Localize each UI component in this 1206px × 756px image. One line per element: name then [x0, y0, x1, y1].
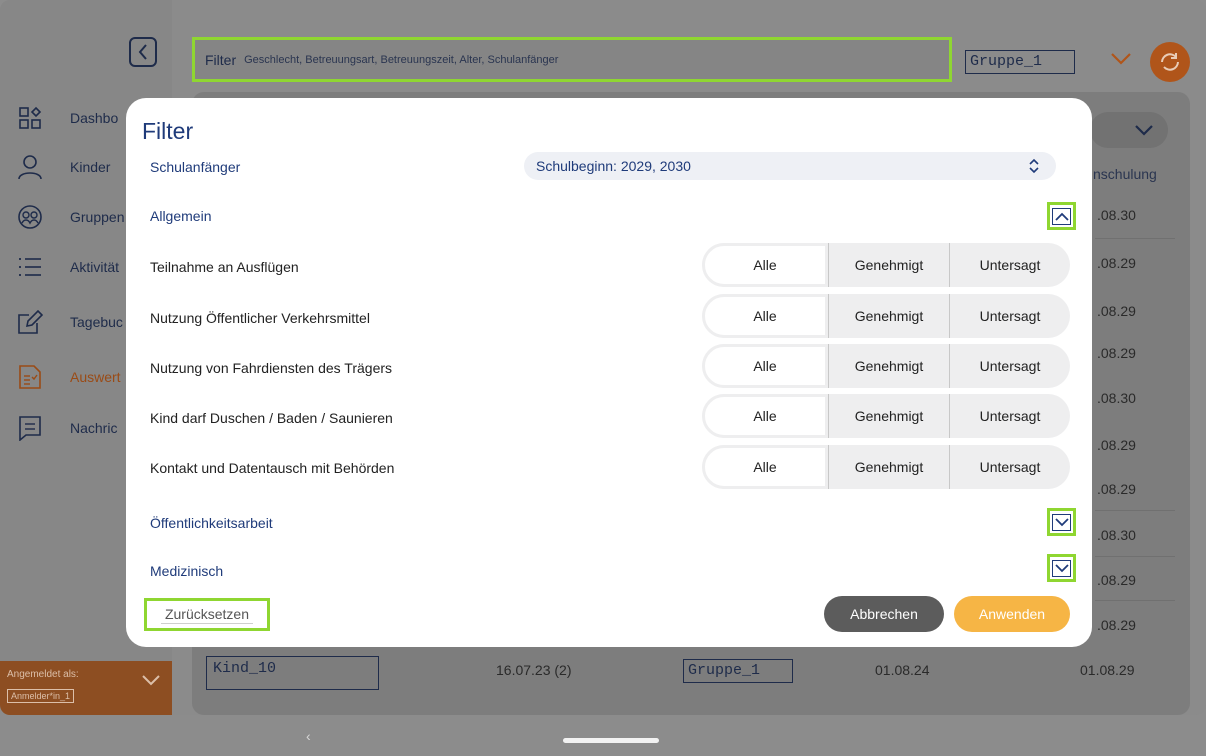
permission-segmented-control: Alle Genehmigt Untersagt [702, 445, 1070, 489]
option-genehmigt[interactable]: Genehmigt [828, 394, 949, 438]
chevron-up-icon [1054, 212, 1069, 221]
refresh-icon [1161, 53, 1179, 71]
table-cell: .08.29 [1097, 345, 1136, 361]
edit-icon [17, 309, 43, 335]
filter-summary-text: Geschlecht, Betreuungsart, Betreuungszei… [244, 53, 559, 66]
permission-label: Kontakt und Datentausch mit Behörden [150, 460, 395, 476]
option-alle[interactable]: Alle [702, 394, 828, 438]
table-cell: .08.30 [1097, 207, 1136, 223]
collapse-left-icon [138, 44, 147, 60]
option-untersagt[interactable]: Untersagt [949, 294, 1070, 338]
option-genehmigt[interactable]: Genehmigt [828, 294, 949, 338]
sidebar-item-label: Gruppen [70, 209, 125, 225]
option-genehmigt[interactable]: Genehmigt [828, 445, 949, 489]
filter-summary-bar[interactable]: Filter Geschlecht, Betreuungsart, Betreu… [192, 37, 952, 82]
group-select[interactable]: Gruppe_1 [965, 50, 1075, 74]
group-icon [17, 204, 43, 230]
option-untersagt[interactable]: Untersagt [949, 394, 1070, 438]
sidebar-item-label: Aktivität [70, 259, 120, 275]
table-cell: .08.29 [1097, 481, 1136, 497]
table-cell-group[interactable]: Gruppe_1 [683, 659, 793, 683]
permission-segmented-control: Alle Genehmigt Untersagt [702, 294, 1070, 338]
table-cell-birth: 16.07.23 (2) [496, 662, 572, 678]
filter-summary-title: Filter [205, 51, 237, 68]
chevron-down-icon[interactable] [1110, 52, 1132, 71]
refresh-button[interactable] [1150, 42, 1190, 82]
option-alle[interactable]: Alle [702, 243, 828, 287]
sidebar-item-label: Tagebuc [70, 314, 123, 330]
sidebar-item-label: Kinder [70, 159, 111, 175]
allgemein-collapse-button[interactable] [1047, 202, 1076, 230]
table-cell-aufnahme: 01.08.24 [875, 662, 930, 678]
sidebar-item-label: Dashbo [70, 110, 119, 126]
table-cell: .08.30 [1097, 527, 1136, 543]
sort-dropdown[interactable] [1090, 112, 1168, 148]
reset-button[interactable]: Zurücksetzen [144, 598, 270, 631]
cancel-button[interactable]: Abbrechen [824, 596, 944, 632]
login-label: Angemeldet als: [7, 669, 79, 680]
sidebar-item-label: Auswert [70, 369, 121, 385]
dashboard-icon [17, 105, 43, 131]
allgemein-label: Allgemein [150, 208, 212, 224]
message-icon [17, 415, 43, 441]
schulbeginn-select[interactable]: Schulbeginn: 2029, 2030 [524, 152, 1056, 180]
medizinisch-expand-button[interactable] [1047, 554, 1076, 582]
row-divider [1095, 510, 1175, 511]
row-divider [1095, 600, 1175, 601]
list-icon [17, 254, 43, 280]
apply-button[interactable]: Anwenden [954, 596, 1070, 632]
table-cell: .08.30 [1097, 390, 1136, 406]
person-icon [17, 154, 43, 180]
table-cell: .08.29 [1097, 617, 1136, 633]
permission-label: Kind darf Duschen / Baden / Saunieren [150, 410, 393, 426]
medizinisch-label: Medizinisch [150, 563, 224, 579]
chevron-down-icon [1135, 125, 1153, 136]
permission-segmented-control: Alle Genehmigt Untersagt [702, 344, 1070, 388]
permission-label: Teilnahme an Ausflügen [150, 259, 299, 275]
permission-segmented-control: Alle Genehmigt Untersagt [702, 394, 1070, 438]
column-header-einschulung: nschulung [1093, 166, 1157, 182]
option-untersagt[interactable]: Untersagt [949, 445, 1070, 489]
option-alle[interactable]: Alle [702, 344, 828, 388]
table-cell: .08.29 [1097, 572, 1136, 588]
sidebar-collapse-button[interactable] [129, 37, 157, 67]
row-divider [1095, 556, 1175, 557]
table-cell: .08.29 [1097, 303, 1136, 319]
filter-modal: Filter Schulanfänger Schulbeginn: 2029, … [126, 98, 1092, 647]
option-untersagt[interactable]: Untersagt [949, 344, 1070, 388]
table-cell: .08.29 [1097, 255, 1136, 271]
row-divider [1095, 238, 1175, 239]
permission-label: Nutzung Öffentlicher Verkehrsmittel [150, 310, 370, 326]
login-box[interactable]: Angemeldet als: Anmelder*in_1 [0, 661, 172, 715]
oeffentlichkeitsarbeit-expand-button[interactable] [1047, 508, 1076, 536]
report-icon [17, 364, 43, 390]
oeffentlichkeitsarbeit-label: Öffentlichkeitsarbeit [150, 515, 273, 531]
home-indicator[interactable] [563, 738, 659, 743]
option-genehmigt[interactable]: Genehmigt [828, 243, 949, 287]
option-untersagt[interactable]: Untersagt [949, 243, 1070, 287]
chevron-down-icon [1054, 563, 1069, 572]
permission-segmented-control: Alle Genehmigt Untersagt [702, 243, 1070, 287]
schulanfaenger-label: Schulanfänger [150, 159, 241, 175]
login-user: Anmelder*in_1 [7, 689, 75, 703]
updown-chevron-icon [1028, 158, 1040, 177]
table-cell: .08.29 [1097, 437, 1136, 453]
modal-title: Filter [142, 118, 194, 144]
system-back-icon[interactable]: ‹ [306, 728, 311, 744]
option-alle[interactable]: Alle [702, 294, 828, 338]
table-cell-name[interactable]: Kind_10 [206, 656, 379, 690]
option-genehmigt[interactable]: Genehmigt [828, 344, 949, 388]
sidebar-item-label: Nachric [70, 420, 118, 436]
option-alle[interactable]: Alle [702, 445, 828, 489]
permission-label: Nutzung von Fahrdiensten des Trägers [150, 360, 393, 376]
chevron-down-icon[interactable] [141, 673, 161, 691]
table-cell-einschulung: 01.08.29 [1080, 662, 1135, 678]
chevron-down-icon [1054, 517, 1069, 526]
reset-button-label: Zurücksetzen [160, 606, 254, 624]
schulbeginn-value: Schulbeginn: 2029, 2030 [536, 158, 691, 174]
